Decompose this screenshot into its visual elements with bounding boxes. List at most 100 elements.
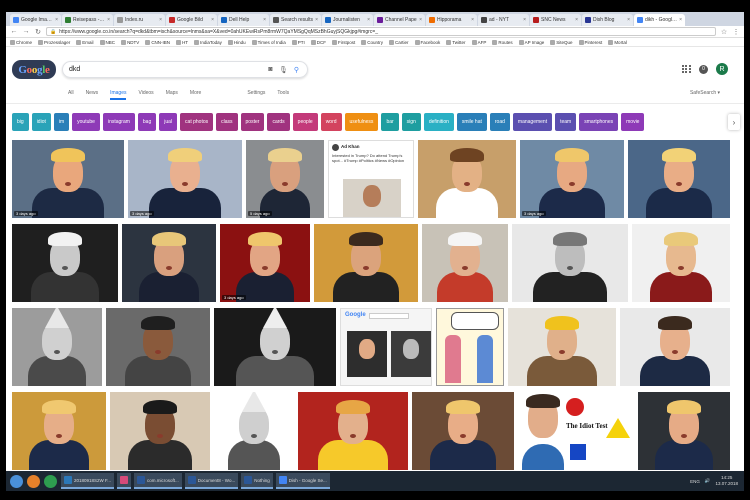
taskbar-item[interactable] [117,473,132,489]
google-logo[interactable]: Google [12,60,56,79]
search-icon[interactable]: ⚲ [292,66,301,74]
tab-all[interactable]: All [68,90,74,100]
bookmark-item[interactable]: Facebook [414,39,440,45]
chip-class[interactable]: class [216,113,238,131]
image-result[interactable] [418,140,516,218]
image-result[interactable]: Ad Khan Interested in Trump? Do attend Tr… [328,140,414,218]
forward-icon[interactable]: → [22,28,30,35]
bookmark-item[interactable]: Pinterest [578,39,602,45]
chip-team[interactable]: team [555,113,577,131]
image-result[interactable] [314,224,418,302]
chip-sign[interactable]: sign [401,113,421,131]
chevron-right-icon[interactable]: › [728,114,740,130]
chip-word[interactable]: word [320,113,342,131]
close-icon[interactable]: × [211,17,214,23]
account-avatar[interactable]: R [716,63,728,75]
taskbar-item[interactable]: 20180918S2W F... [61,473,115,489]
chip-smile-hat[interactable]: smile hat [456,113,487,131]
close-icon[interactable]: × [159,17,162,23]
clock[interactable]: 14:25 13.07.2018 [715,475,738,487]
browser-tab[interactable]: Google Images × [10,14,61,26]
chip-cat-photos[interactable]: cat photos [180,113,214,131]
chip-bag[interactable]: bag [137,113,157,131]
back-icon[interactable]: ← [10,28,18,35]
apps-grid-icon[interactable] [682,64,691,74]
bookmark-item[interactable]: AP Image [518,39,544,45]
image-result[interactable] [422,224,508,302]
bookmark-item[interactable]: Chrome [10,39,32,45]
safesearch-toggle[interactable]: SafeSearch ▾ [690,90,720,96]
chip-im[interactable]: im [53,113,70,131]
bookmark-item[interactable]: Mortal [608,39,627,45]
taskbar-item[interactable]: Dish - Google Se... [275,473,330,489]
volume-icon[interactable]: 🔊 [705,478,711,484]
chip-people[interactable]: people [292,113,318,131]
image-result[interactable] [512,224,628,302]
chip-smartphones[interactable]: smartphones [579,113,619,131]
browser-tab[interactable]: Dish Blog × [582,14,633,26]
bookmark-item[interactable]: Country [361,39,383,45]
chrome-icon[interactable] [44,474,57,488]
chip-cards[interactable]: cards [267,113,290,131]
bookmark-item[interactable]: Twitter [446,39,466,45]
image-result[interactable]: The Idiot Test [518,392,634,470]
browser-tab[interactable]: SNC News × [530,14,581,26]
image-result[interactable] [436,308,504,386]
image-result[interactable] [214,308,336,386]
image-result[interactable] [12,224,118,302]
browser-tab[interactable]: Reisepass - Ab...× [62,14,113,26]
image-result[interactable] [628,140,730,218]
image-result[interactable]: 3 days ago [12,140,124,218]
tab-more[interactable]: More [190,90,201,100]
close-icon[interactable]: × [523,17,526,23]
bookmark-item[interactable]: IndiaToday [194,39,222,45]
search-input[interactable]: dkd [69,66,262,73]
close-icon[interactable]: × [471,17,474,23]
image-result[interactable]: 3 days ago [220,224,310,302]
bookmark-item[interactable]: NBC [99,39,115,45]
image-result[interactable] [110,392,210,470]
firefox-icon[interactable] [27,474,40,488]
tab-images[interactable]: Images [110,90,127,100]
taskbar-item[interactable]: Nothing [241,473,273,489]
chip-poster[interactable]: poster [240,113,265,131]
mic-icon[interactable]: 🎙 [279,66,288,74]
bookmark-item[interactable]: PTI [291,39,305,45]
bookmark-item[interactable]: Times of India [251,39,286,45]
bookmark-item[interactable]: SiteQue [550,39,573,45]
chip-instagram[interactable]: instagram [102,113,135,131]
image-result[interactable] [12,392,106,470]
bookmark-item[interactable]: Hindu [227,39,246,45]
close-icon[interactable]: × [315,17,318,23]
bookmark-item[interactable]: CNN-IBN [145,39,170,45]
image-result[interactable]: 5 days ago [246,140,324,218]
chip-youtube[interactable]: youtube [72,113,100,131]
taskbar-item[interactable]: com.microsoft... [134,473,182,489]
browser-tab[interactable]: Search results × [270,14,321,26]
tab-maps[interactable]: Maps [166,90,178,100]
menu-icon[interactable]: ⋮ [732,28,740,36]
browser-tab[interactable]: Channel Pape × [374,14,425,26]
language-indicator[interactable]: ENG [690,479,700,484]
chip-road[interactable]: road [489,113,510,131]
browser-tab[interactable]: ad - NYT × [478,14,529,26]
browser-tab[interactable]: Hipporama × [426,14,477,26]
bookmark-item[interactable]: DCF [310,39,326,45]
chip-usefulness[interactable]: usefulness [344,113,379,131]
close-icon[interactable]: × [55,17,58,23]
chip-bar[interactable]: bar [381,113,399,131]
close-icon[interactable]: × [367,17,370,23]
camera-icon[interactable]: ◙ [266,66,275,73]
star-icon[interactable]: ☆ [720,28,728,36]
image-result[interactable] [508,308,616,386]
reload-icon[interactable]: ↻ [34,28,42,36]
image-result[interactable]: Google [340,308,432,386]
image-result[interactable]: 3 days ago [520,140,624,218]
address-bar[interactable]: 🔒 https://www.google.co.in/search?q=dkd&… [46,27,716,36]
taskbar-item[interactable]: Document8 - Wo... [184,473,239,489]
notifications-icon[interactable]: 0 [699,64,708,74]
image-result[interactable] [632,224,730,302]
settings-link[interactable]: Settings [247,90,265,100]
image-result[interactable] [106,308,210,386]
bookmark-item[interactable]: Prozesslager [38,39,70,45]
